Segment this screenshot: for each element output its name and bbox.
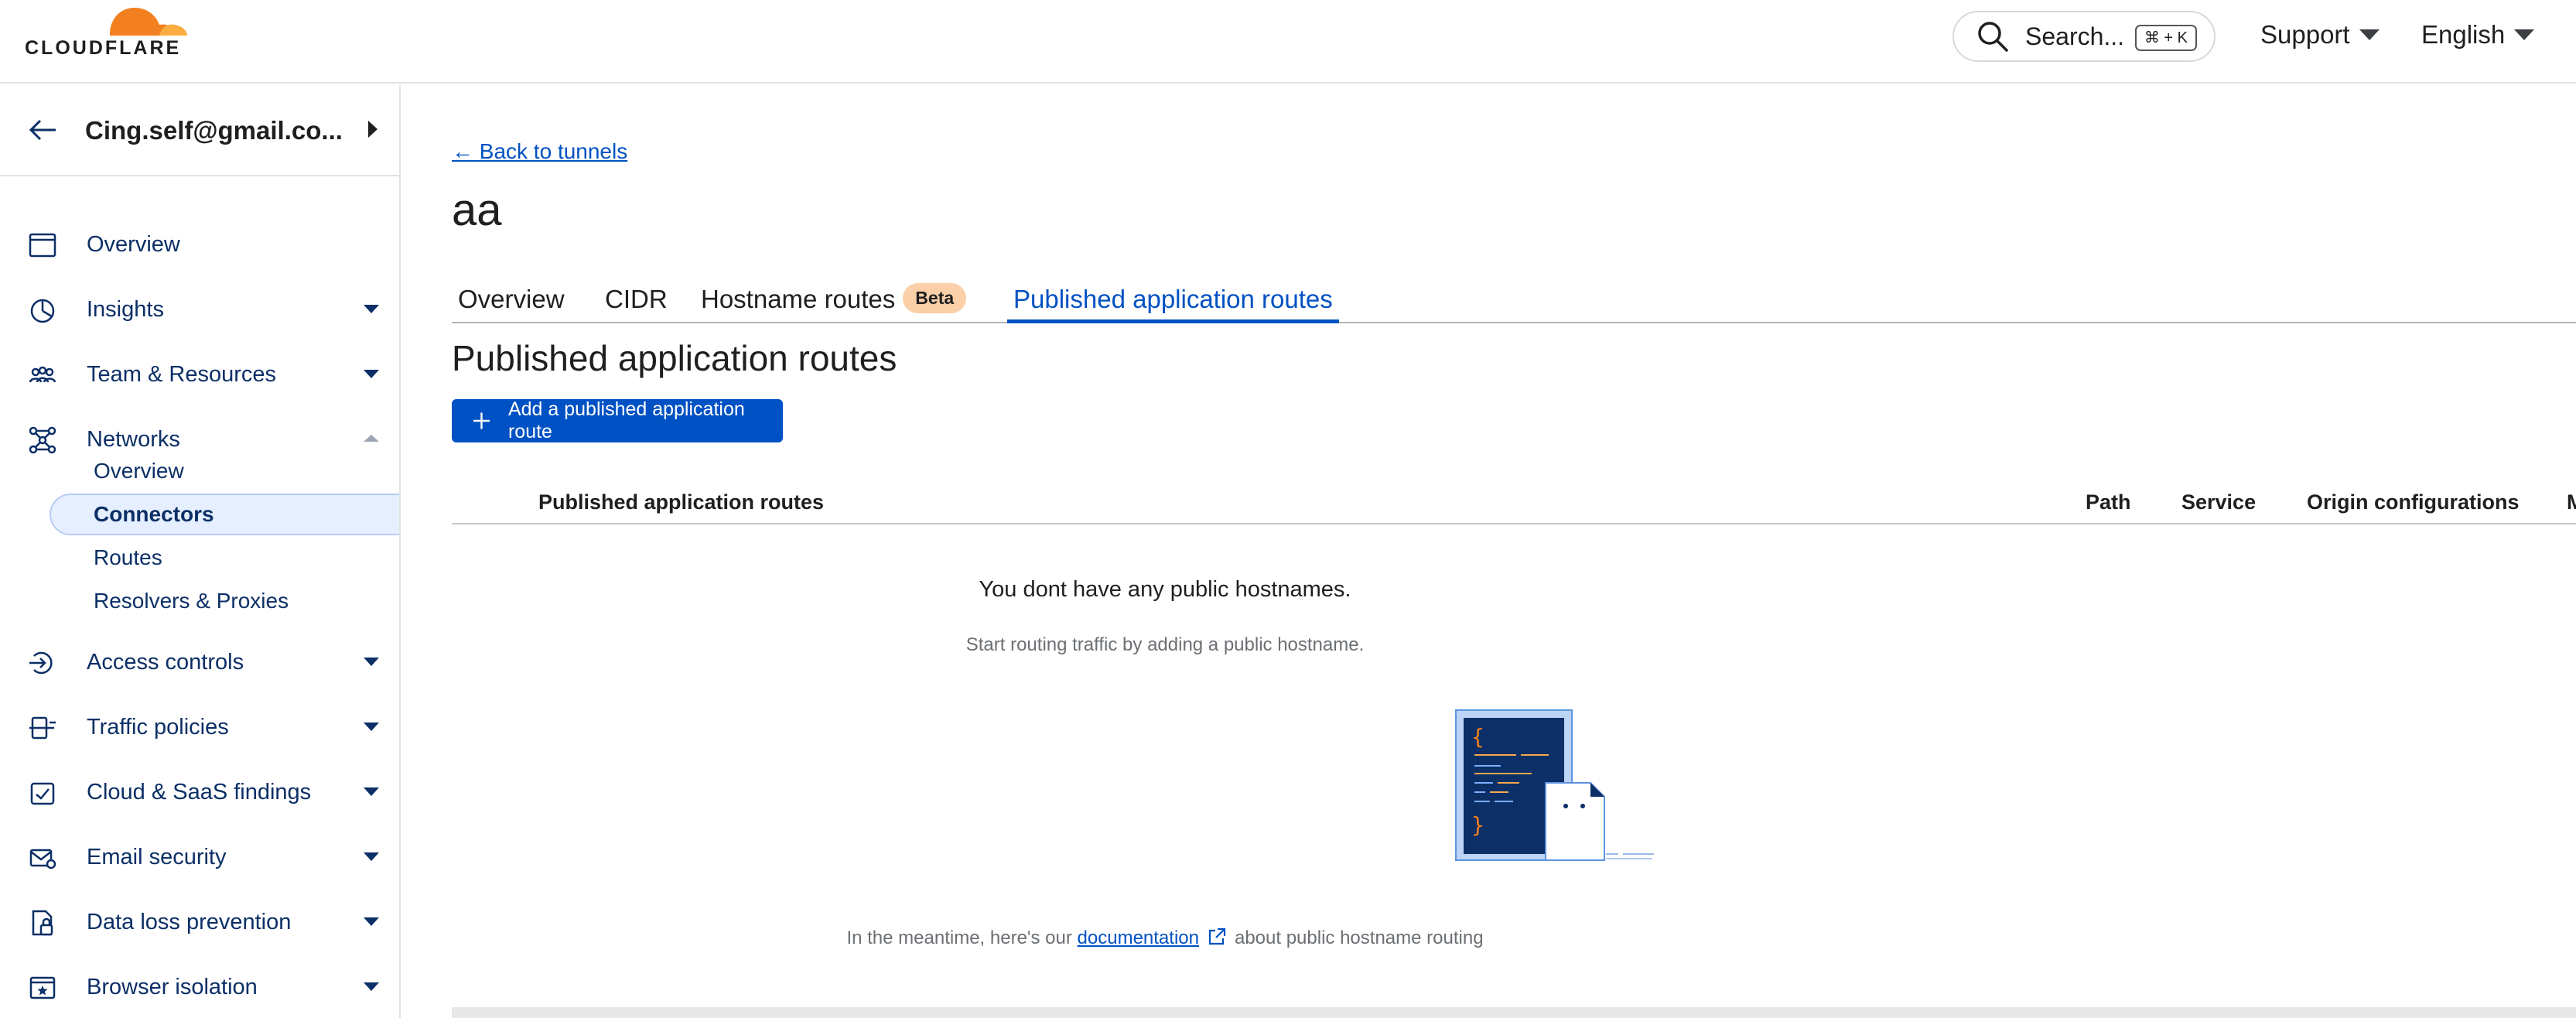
- support-label: Support: [2260, 20, 2350, 49]
- page-title: aa: [452, 185, 502, 235]
- search-placeholder: Search...: [2025, 22, 2125, 50]
- chevron-down-icon: [364, 305, 379, 313]
- sidebar-item-access-controls[interactable]: Access controls: [0, 639, 399, 685]
- chevron-down-icon: [364, 370, 379, 378]
- svg-text:}: }: [1471, 812, 1484, 838]
- sidebar-item-label: Browser isolation: [87, 974, 258, 999]
- add-button-label: Add a published application route: [507, 398, 745, 442]
- documentation-link[interactable]: documentation: [1078, 927, 1199, 948]
- sidebar-subitem-label: Overview: [94, 459, 184, 483]
- language-menu[interactable]: English: [2421, 20, 2535, 50]
- sidebar: Cing.self@gmail.co... Overview Insights …: [0, 85, 401, 1018]
- empty-state-subtitle: Start routing traffic by adding a public…: [965, 634, 1365, 655]
- sidebar-item-label: Data loss prevention: [87, 909, 292, 934]
- sidebar-item-label: Cloud & SaaS findings: [87, 779, 312, 804]
- sidebar-item-traffic-policies[interactable]: Traffic policies: [0, 704, 399, 750]
- chevron-down-icon: [364, 723, 379, 731]
- cloud-saas-icon: [30, 782, 55, 805]
- sidebar-subitem-connectors[interactable]: Connectors: [50, 494, 399, 535]
- search-input[interactable]: Search... ⌘ + K: [1952, 11, 2216, 62]
- tab-published-application-routes[interactable]: Published application routes: [1007, 272, 1339, 323]
- tab-cidr[interactable]: CIDR: [605, 272, 668, 323]
- tab-label: Hostname routes: [701, 285, 896, 313]
- documentation-prefix: In the meantime, here's our: [846, 927, 1072, 948]
- top-bar: CLOUDFLARE Search... ⌘ + K Support Engli…: [0, 0, 2576, 84]
- tab-bar: Overview CIDR Hostname routes Beta Publi…: [452, 272, 2576, 323]
- svg-text:{: {: [1471, 724, 1484, 750]
- sidebar-item-label: Overview: [87, 231, 180, 257]
- browser-window-icon: [29, 233, 56, 258]
- search-icon: [1978, 22, 2008, 52]
- column-header-service[interactable]: Service: [2181, 490, 2256, 514]
- account-name: Cing.self@gmail.co...: [85, 116, 343, 145]
- logo-text: CLOUDFLARE: [25, 37, 182, 59]
- sidebar-item-label: Email security: [87, 844, 227, 869]
- chevron-down-icon: [2359, 29, 2380, 40]
- sidebar-item-label: Insights: [87, 296, 164, 322]
- section-title: Published application routes: [452, 338, 897, 378]
- browser-isolation-icon: [29, 976, 56, 999]
- documentation-note: In the meantime, here's our documentatio…: [402, 927, 1928, 949]
- data-loss-icon: [32, 910, 53, 936]
- sidebar-item-team-resources[interactable]: Team & Resources: [0, 351, 399, 398]
- sidebar-item-label: Networks: [87, 426, 180, 452]
- chevron-down-icon: [364, 917, 379, 926]
- sidebar-item-label: Traffic policies: [87, 714, 229, 740]
- chevron-down-icon: [364, 982, 379, 991]
- sidebar-subitem-routes[interactable]: Routes: [50, 537, 399, 579]
- column-header-routes[interactable]: Published application routes: [538, 490, 824, 514]
- team-icon: [29, 366, 56, 383]
- column-header-menu: Menu: [2567, 490, 2576, 514]
- empty-state-illustration: { }: [1455, 709, 1654, 861]
- routes-table-header: Published application routes Path Servic…: [452, 481, 2576, 524]
- email-security-icon: [29, 849, 56, 869]
- sidebar-subitem-label: Resolvers & Proxies: [94, 589, 289, 613]
- sidebar-item-cloud-saas-findings[interactable]: Cloud & SaaS findings: [0, 769, 399, 815]
- chevron-down-icon: [364, 658, 379, 666]
- column-header-path[interactable]: Path: [2086, 490, 2131, 514]
- back-arrow-icon[interactable]: [28, 114, 59, 145]
- main-content: ← Back to tunnels aa Overview CIDR Hostn…: [402, 85, 2576, 1018]
- chevron-down-icon: [364, 852, 379, 861]
- tab-label: Published application routes: [1013, 285, 1333, 313]
- sidebar-item-browser-isolation[interactable]: Browser isolation: [0, 964, 399, 1010]
- language-label: English: [2421, 20, 2506, 49]
- sidebar-item-label: Access controls: [87, 649, 244, 675]
- chevron-right-icon[interactable]: [368, 121, 378, 138]
- sidebar-subitem-label: Routes: [94, 545, 162, 569]
- sidebar-item-email-security[interactable]: Email security: [0, 834, 399, 880]
- chevron-up-icon: [364, 435, 379, 442]
- plus-icon: [473, 412, 490, 429]
- access-controls-icon: [29, 651, 53, 675]
- traffic-policies-icon: [29, 716, 56, 740]
- sidebar-subitem-overview[interactable]: Overview: [50, 450, 399, 492]
- tab-label: CIDR: [605, 285, 668, 313]
- add-published-route-button[interactable]: Add a published application route: [452, 398, 783, 442]
- sidebar-subitem-label: Connectors: [94, 502, 214, 526]
- column-header-origin-configurations[interactable]: Origin configurations: [2307, 490, 2520, 514]
- horizontal-scrollbar[interactable]: [452, 1007, 2576, 1018]
- beta-badge: Beta: [903, 283, 967, 313]
- sidebar-subitem-resolvers-proxies[interactable]: Resolvers & Proxies: [50, 580, 399, 622]
- chevron-down-icon: [364, 787, 379, 796]
- tab-overview[interactable]: Overview: [458, 272, 565, 323]
- sidebar-item-overview[interactable]: Overview: [0, 221, 399, 268]
- sidebar-item-insights[interactable]: Insights: [0, 286, 399, 333]
- account-switcher[interactable]: Cing.self@gmail.co...: [0, 85, 399, 176]
- documentation-suffix: about public hostname routing: [1234, 927, 1484, 948]
- tab-label: Overview: [458, 285, 565, 313]
- external-link-icon[interactable]: [1207, 927, 1227, 947]
- back-to-tunnels-link[interactable]: ← Back to tunnels: [452, 139, 627, 164]
- pie-chart-icon: [30, 299, 55, 323]
- sidebar-item-data-loss-prevention[interactable]: Data loss prevention: [0, 899, 399, 945]
- sidebar-item-label: Team & Resources: [87, 361, 276, 387]
- empty-state-title: You dont have any public hostnames.: [979, 577, 1351, 602]
- search-shortcut-badge: ⌘ + K: [2134, 25, 2197, 51]
- support-menu[interactable]: Support: [2260, 20, 2380, 50]
- chevron-down-icon: [2514, 29, 2535, 40]
- tab-hostname-routes[interactable]: Hostname routes Beta: [701, 272, 967, 323]
